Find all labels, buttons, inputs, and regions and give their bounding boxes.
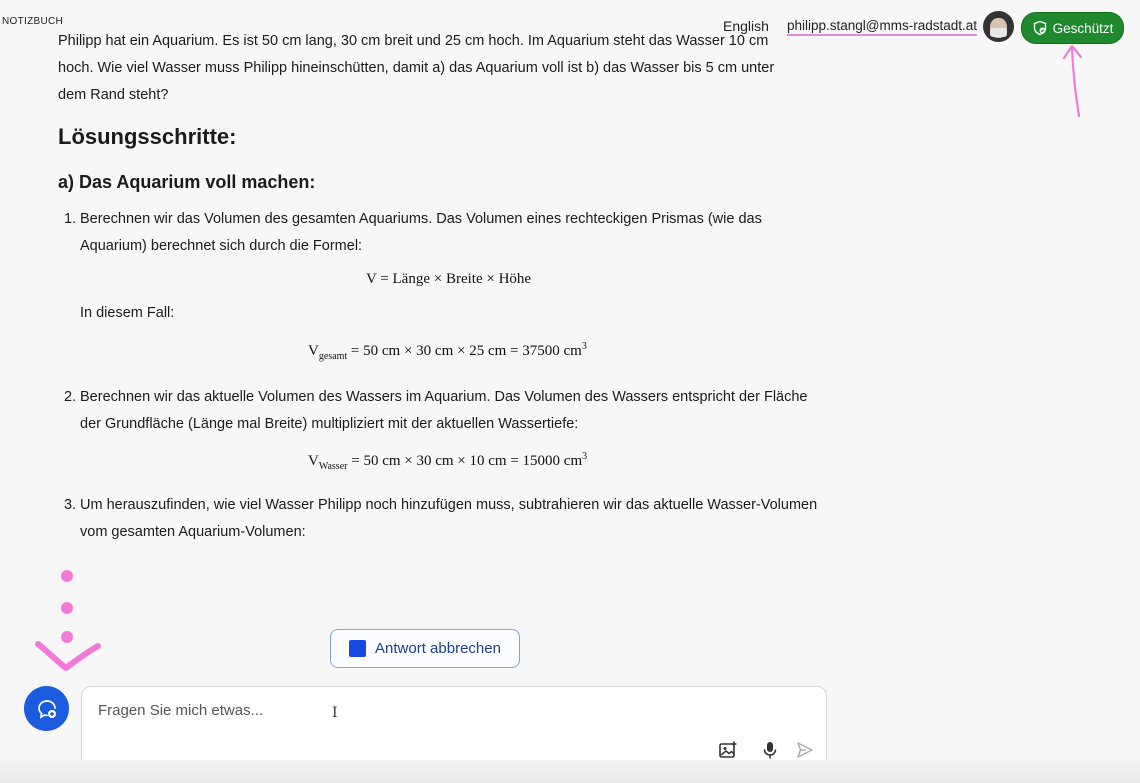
annotation-overlay [35,44,1083,671]
arrow-up-annotation [1062,44,1083,118]
dotted-arrow-down-annotation [35,570,101,671]
